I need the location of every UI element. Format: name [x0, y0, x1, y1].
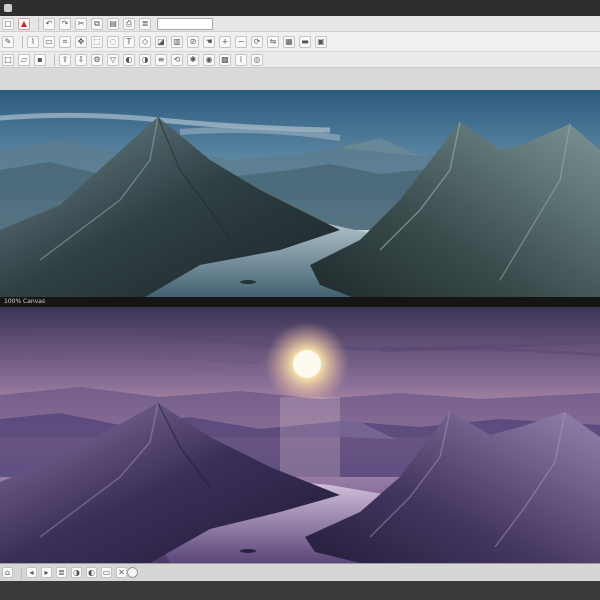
warning-icon[interactable]: ▲	[18, 17, 30, 30]
adjust-icon[interactable]: ◐	[86, 567, 97, 578]
brush-icon[interactable]: ⌇	[27, 35, 39, 48]
move-icon[interactable]: ✥	[75, 35, 87, 48]
frame-icon[interactable]: ▣	[315, 35, 327, 48]
paste-icon[interactable]: ▤	[107, 17, 119, 30]
lasso-icon[interactable]: ◌	[107, 35, 119, 48]
flip-icon[interactable]: ⇋	[267, 35, 279, 48]
eraser-icon[interactable]: ▭	[43, 35, 55, 48]
import-icon[interactable]: ⇩	[75, 53, 87, 66]
bottom-toolbar: ⌂ ◂ ▸ ≣ ◑ ◐ ▭ ✕	[0, 563, 600, 581]
footer-bar	[0, 581, 600, 600]
tools-toolbar: ✎ ⌇ ▭ ⌗ ✥ ⬚ ◌ T ◇ ◪ ▥ ⊘ ☚ + − ⟳ ⇋ ▦ ▬ ▣	[0, 32, 600, 52]
title-bar	[0, 0, 600, 17]
shape-icon[interactable]: ◇	[139, 35, 151, 48]
zoom-in-icon[interactable]: +	[219, 35, 231, 48]
grid-icon[interactable]: ▦	[283, 35, 295, 48]
app-icon[interactable]	[4, 4, 12, 12]
toolbar-divider	[21, 566, 22, 579]
rotate-icon[interactable]: ⟳	[251, 35, 263, 48]
zoom-out-icon[interactable]: −	[235, 35, 247, 48]
layers-icon[interactable]: ≣	[56, 567, 67, 578]
export-icon[interactable]: ⇪	[59, 53, 71, 66]
adjust-icon[interactable]: ◐	[123, 53, 135, 66]
print-icon[interactable]: ⎙	[123, 17, 135, 30]
canvas-dusk-view[interactable]	[0, 307, 600, 563]
menu-toolbar: ▢ ▲ ↶ ↷ ✂ ⧉ ▤ ⎙ ≣	[0, 16, 600, 32]
gradient-icon[interactable]: ▥	[171, 35, 183, 48]
redo-icon[interactable]: ↷	[59, 17, 71, 30]
mask-icon[interactable]: ◑	[139, 53, 151, 66]
toolbar-divider	[54, 53, 55, 66]
new-icon[interactable]: □	[2, 53, 14, 66]
layers-icon[interactable]: ≣	[139, 17, 151, 30]
back-icon[interactable]: ◂	[26, 567, 37, 578]
brush-settings-icon[interactable]: ✱	[187, 53, 199, 66]
day-landscape-image	[0, 90, 600, 300]
select-icon[interactable]: ⬚	[91, 35, 103, 48]
toolbar-divider	[38, 17, 39, 30]
settings-icon[interactable]: ⚙	[91, 53, 103, 66]
hand-icon[interactable]: ☚	[203, 35, 215, 48]
color-icon[interactable]: ◉	[203, 53, 215, 66]
history-icon[interactable]: ⟲	[171, 53, 183, 66]
channel-icon[interactable]: ≡	[155, 53, 167, 66]
navigator-icon[interactable]: ◎	[251, 53, 263, 66]
mask-icon[interactable]: ◑	[71, 567, 82, 578]
open-icon[interactable]: ▱	[18, 53, 30, 66]
text-icon[interactable]: T	[123, 35, 135, 48]
cut-icon[interactable]: ✂	[75, 17, 87, 30]
ruler-icon[interactable]: ▬	[299, 35, 311, 48]
canvas-status-strip: 100% Canvas	[0, 297, 600, 307]
dusk-landscape-image	[0, 307, 600, 563]
eyedropper-icon[interactable]: ⊘	[187, 35, 199, 48]
filter-icon[interactable]: ▽	[107, 53, 119, 66]
copy-icon[interactable]: ⧉	[91, 17, 103, 30]
pen-icon[interactable]: ✎	[2, 35, 14, 48]
folder-icon[interactable]: ▭	[101, 567, 112, 578]
fill-icon[interactable]: ◪	[155, 35, 167, 48]
toolbar-area: ▢ ▲ ↶ ↷ ✂ ⧉ ▤ ⎙ ≣ ✎ ⌇ ▭ ⌗ ✥ ⬚ ◌ T ◇ ◪ ▥ …	[0, 16, 600, 68]
delete-icon[interactable]: ✕	[116, 567, 127, 578]
home-icon[interactable]: ⌂	[2, 567, 13, 578]
swatch-icon[interactable]: ▩	[219, 53, 231, 66]
zoom-field[interactable]	[157, 17, 213, 30]
options-toolbar: □ ▱ ▪ ⇪ ⇩ ⚙ ▽ ◐ ◑ ≡ ⟲ ✱ ◉ ▩ i ◎	[0, 52, 600, 68]
toolbar-divider	[22, 35, 23, 48]
canvas-ruler	[0, 68, 600, 91]
canvas-day-view[interactable]	[0, 90, 600, 300]
crop-icon[interactable]: ⌗	[59, 35, 71, 48]
canvas-status-label: 100% Canvas	[4, 298, 46, 305]
file-icon[interactable]: ▢	[2, 17, 14, 30]
save-icon[interactable]: ▪	[34, 53, 46, 66]
undo-icon[interactable]: ↶	[43, 17, 55, 30]
record-button[interactable]	[127, 567, 138, 578]
info-icon[interactable]: i	[235, 53, 247, 66]
forward-icon[interactable]: ▸	[41, 567, 52, 578]
